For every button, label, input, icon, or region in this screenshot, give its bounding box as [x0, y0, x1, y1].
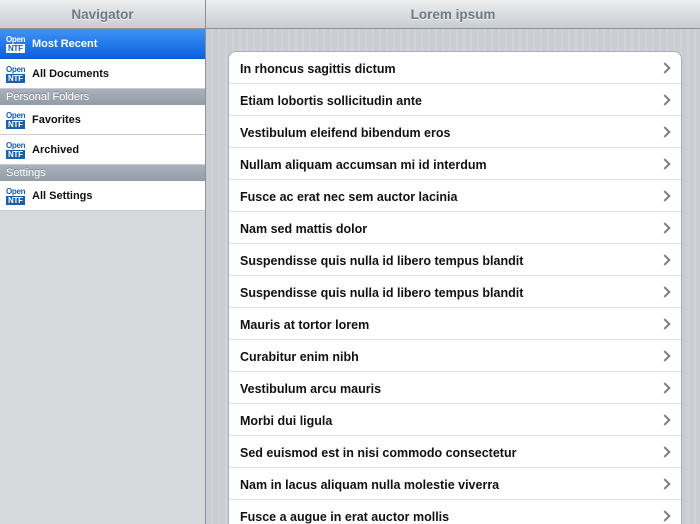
openntf-logo-icon: Open NTF [6, 186, 26, 205]
chevron-right-icon [659, 157, 671, 170]
sidebar-title: Navigator [0, 0, 205, 29]
list-item-label: Fusce ac erat nec sem auctor lacinia [240, 190, 458, 204]
document-list: In rhoncus sagittis dictum Etiam lobortis… [228, 51, 682, 524]
list-item[interactable]: Etiam lobortis sollicitudin ante [229, 84, 681, 116]
navigator-sidebar: Navigator Open NTF Most Recent Open NTF Al… [0, 0, 206, 524]
chevron-right-icon [659, 285, 671, 298]
openntf-logo-icon: Open NTF [6, 110, 26, 129]
list-item-label: Fusce a augue in erat auctor mollis [240, 510, 450, 524]
nav-item-label: Archived [32, 143, 80, 156]
list-item[interactable]: Suspendisse quis nulla id libero tempus … [229, 244, 681, 276]
nav-item-label: Most Recent [32, 37, 98, 50]
chevron-right-icon [659, 349, 671, 362]
list-item[interactable]: In rhoncus sagittis dictum [229, 52, 681, 84]
list-item-label: Vestibulum arcu mauris [240, 382, 382, 396]
nav-item-favorites[interactable]: Open NTF Favorites [0, 105, 205, 135]
chevron-right-icon [659, 189, 671, 202]
list-item-label: Morbi dui ligula [240, 414, 333, 428]
chevron-right-icon [659, 221, 671, 234]
nav-item-label: All Settings [32, 189, 93, 202]
list-item[interactable]: Nam sed mattis dolor [229, 212, 681, 244]
nav-item-most-recent[interactable]: Open NTF Most Recent [0, 29, 205, 59]
chevron-right-icon [659, 413, 671, 426]
list-item-label: Vestibulum eleifend bibendum eros [240, 126, 451, 140]
nav-item-label: All Documents [32, 67, 110, 80]
chevron-right-icon [659, 477, 671, 490]
nav-item-all-documents[interactable]: Open NTF All Documents [0, 59, 205, 89]
chevron-right-icon [659, 253, 671, 266]
chevron-right-icon [659, 381, 671, 394]
main-pane: Lorem ipsum In rhoncus sagittis dictum Et… [206, 0, 700, 524]
list-item-label: Nam in lacus aliquam nulla molestie vive… [240, 478, 500, 492]
list-item-label: Mauris at tortor lorem [240, 318, 370, 332]
list-item[interactable]: Fusce a augue in erat auctor mollis [229, 500, 681, 524]
list-item[interactable]: Morbi dui ligula [229, 404, 681, 436]
list-item-label: Nullam aliquam accumsan mi id interdum [240, 158, 487, 172]
section-header-personal-folders: Personal Folders [0, 89, 205, 105]
chevron-right-icon [659, 61, 671, 74]
chevron-right-icon [659, 317, 671, 330]
list-item[interactable]: Nam in lacus aliquam nulla molestie vive… [229, 468, 681, 500]
openntf-logo-icon: Open NTF [6, 140, 26, 159]
list-item[interactable]: Curabitur enim nibh [229, 340, 681, 372]
nav-item-label: Favorites [32, 113, 81, 126]
page-title: Lorem ipsum [206, 0, 700, 29]
openntf-logo-icon: Open NTF [6, 34, 26, 53]
chevron-right-icon [659, 445, 671, 458]
list-item[interactable]: Vestibulum eleifend bibendum eros [229, 116, 681, 148]
list-item-label: Suspendisse quis nulla id libero tempus … [240, 254, 524, 268]
nav-item-all-settings[interactable]: Open NTF All Settings [0, 181, 205, 211]
list-item[interactable]: Mauris at tortor lorem [229, 308, 681, 340]
list-item-label: Nam sed mattis dolor [240, 222, 368, 236]
list-item[interactable]: Vestibulum arcu mauris [229, 372, 681, 404]
list-item[interactable]: Nullam aliquam accumsan mi id interdum [229, 148, 681, 180]
list-item[interactable]: Fusce ac erat nec sem auctor lacinia [229, 180, 681, 212]
list-item-label: Etiam lobortis sollicitudin ante [240, 94, 422, 108]
list-item-label: Sed euismod est in nisi commodo consecte… [240, 446, 517, 460]
list-item[interactable]: Suspendisse quis nulla id libero tempus … [229, 276, 681, 308]
list-item-label: In rhoncus sagittis dictum [240, 62, 396, 76]
chevron-right-icon [659, 93, 671, 106]
section-header-settings: Settings [0, 165, 205, 181]
nav-item-archived[interactable]: Open NTF Archived [0, 135, 205, 165]
chevron-right-icon [659, 125, 671, 138]
list-item-label: Suspendisse quis nulla id libero tempus … [240, 286, 524, 300]
list-item[interactable]: Sed euismod est in nisi commodo consecte… [229, 436, 681, 468]
list-item-label: Curabitur enim nibh [240, 350, 359, 364]
chevron-right-icon [659, 509, 671, 522]
openntf-logo-icon: Open NTF [6, 64, 26, 83]
